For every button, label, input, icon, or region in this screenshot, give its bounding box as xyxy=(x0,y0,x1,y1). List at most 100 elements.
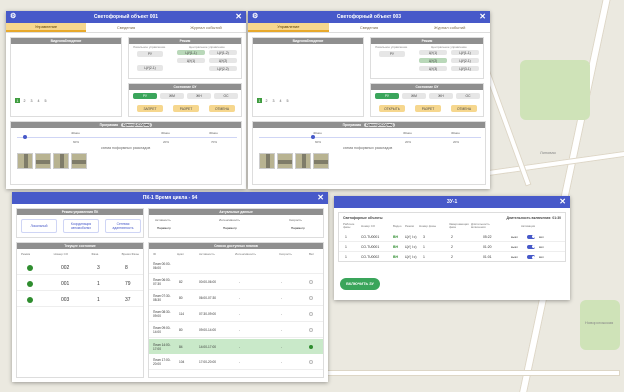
action-button[interactable]: ОТМЕНА xyxy=(209,105,235,112)
phase-thumbnail[interactable] xyxy=(17,153,33,169)
plan-radio[interactable] xyxy=(309,360,313,364)
phase: 1 xyxy=(97,296,100,303)
state-row[interactable]: 001 1 79 xyxy=(17,277,143,291)
program-slider[interactable] xyxy=(259,137,481,138)
close-icon[interactable]: ✕ xyxy=(235,12,242,22)
action-button[interactable]: ЗАПРЕТ xyxy=(137,105,163,112)
mode-button[interactable]: ЦУ(3-1) xyxy=(451,66,479,71)
state-button[interactable]: ЖМ xyxy=(160,93,184,99)
mode-button[interactable]: РУ xyxy=(379,51,405,57)
phase-thumbnail[interactable] xyxy=(53,153,69,169)
left-header: Светофорные объекты xyxy=(343,215,383,220)
window-title-bar[interactable]: ⚙ Светофорный объект 003 ✕ xyxy=(248,11,490,23)
activation-toggle[interactable] xyxy=(527,234,535,239)
program-slider[interactable] xyxy=(17,137,237,138)
col-header: Вкл xyxy=(309,252,315,256)
mode-button[interactable]: ЦУ(2-1) xyxy=(137,65,163,71)
mode-button[interactable]: РУ xyxy=(137,51,163,57)
mode-button[interactable]: ЦУ(2) xyxy=(419,58,447,63)
page-4[interactable]: 4 xyxy=(36,98,41,103)
state-row[interactable]: 002 3 8 xyxy=(17,261,143,275)
plan-radio[interactable] xyxy=(309,344,313,349)
action-button[interactable]: ОТКРЫТЬ xyxy=(379,105,405,112)
page-5[interactable]: 5 xyxy=(43,98,48,103)
coordination-mode-button[interactable]: Координация автомобилях xyxy=(63,219,99,233)
plan-row[interactable]: План 00:00-06:00 xyxy=(149,259,323,274)
plan-row[interactable]: План 09:00-14:00 80 09:00-14:00 - - xyxy=(149,323,323,338)
tab-control[interactable]: Управление xyxy=(6,23,86,32)
state-button[interactable]: ЖН xyxy=(429,93,453,99)
video-panel-title: Видеонаблюдение xyxy=(11,38,121,44)
page-1[interactable]: 1 xyxy=(15,98,20,103)
phase-thumbnail[interactable] xyxy=(313,153,329,169)
zu-row[interactable]: 1 СО-TU0001 ВН ЦУ( I с) 1 2 01:20 выкл в… xyxy=(339,242,565,252)
plan-row[interactable]: План 06:00-07:30 82 00:00-06:00 - - xyxy=(149,275,323,290)
state-row[interactable]: 003 1 37 xyxy=(17,293,143,307)
zu-row[interactable]: 1 СО-TU0001 ВН ЦУ( I с) 3 2 05:22 выкл в… xyxy=(339,232,565,242)
plan-radio[interactable] xyxy=(309,328,313,332)
mode-button[interactable]: ЦУ(3) xyxy=(419,66,447,71)
plan-radio[interactable] xyxy=(309,280,313,284)
mode-button[interactable]: ЦУ(2-2) xyxy=(209,66,237,71)
tab-event-log[interactable]: Журнал событий xyxy=(409,23,490,32)
plan-radio[interactable] xyxy=(309,296,313,300)
state-button[interactable]: ОС xyxy=(214,93,238,99)
page-3[interactable]: 3 xyxy=(29,98,34,103)
window-title-bar[interactable]: ПК-1 Время цикла - 94 ✕ xyxy=(12,192,328,204)
page-2[interactable]: 2 xyxy=(22,98,27,103)
state-button[interactable]: ЖН xyxy=(187,93,211,99)
action-button[interactable]: РАЗРЕТ xyxy=(173,105,199,112)
state-button[interactable]: РУ xyxy=(375,93,399,99)
mode-button[interactable]: ЦУ(2-1) xyxy=(451,58,479,63)
state-button[interactable]: ОС xyxy=(456,93,480,99)
zu-row[interactable]: 1 СО-TU0002 ВН ЦУ( I с) 1 2 01:01 выкл в… xyxy=(339,252,565,262)
plan-row[interactable]: План 07:30-08:30 80 06:00-07:30 - - xyxy=(149,291,323,306)
adaptive-mode-button[interactable]: Сетевая адаптивность xyxy=(105,219,141,233)
plan-row-active[interactable]: План 14:00-17:00 84 14:00-17:00 - - xyxy=(149,339,323,354)
tick-label: 30мин xyxy=(403,131,412,135)
mode-button[interactable]: ЦУ(1) xyxy=(177,58,205,63)
page-5[interactable]: 5 xyxy=(285,98,290,103)
gear-icon[interactable]: ⚙ xyxy=(252,13,260,21)
program-slider-knob[interactable] xyxy=(23,135,27,139)
page-1[interactable]: 1 xyxy=(257,98,262,103)
mode-button[interactable]: ЦУ(1-2) xyxy=(209,50,237,55)
state-button[interactable]: РУ xyxy=(133,93,157,99)
phase-thumbnail[interactable] xyxy=(277,153,293,169)
phase-thumbnail[interactable] xyxy=(35,153,51,169)
mode-button[interactable]: ЦУ(2) xyxy=(209,58,237,63)
window-title-bar[interactable]: ⚙ Светофорный объект 001 ✕ xyxy=(6,11,246,23)
activation-toggle[interactable] xyxy=(527,244,535,249)
plan-row[interactable]: План 17:00-20:00 104 17:00-20:00 - - xyxy=(149,355,323,370)
action-button[interactable]: РАЗРЕТ xyxy=(415,105,441,112)
page-4[interactable]: 4 xyxy=(278,98,283,103)
tab-control[interactable]: Управление xyxy=(248,23,329,32)
mode-button[interactable]: ЦУ(1) xyxy=(419,50,447,55)
enable-zu-button[interactable]: ВКЛЮЧИТЬ ЗУ xyxy=(340,278,380,290)
close-icon[interactable]: ✕ xyxy=(317,193,324,203)
tab-info[interactable]: Сведения xyxy=(86,23,166,32)
tab-event-log[interactable]: Журнал событий xyxy=(166,23,246,32)
close-icon[interactable]: ✕ xyxy=(479,12,486,22)
tab-info[interactable]: Сведения xyxy=(328,23,410,32)
gear-icon[interactable]: ⚙ xyxy=(10,13,18,21)
phase-thumbnail[interactable] xyxy=(295,153,311,169)
phase-thumbnail[interactable] xyxy=(71,153,87,169)
activation-toggle[interactable] xyxy=(527,255,535,259)
local-mode-button[interactable]: Локальный xyxy=(21,219,57,233)
phase-thumbnail[interactable] xyxy=(259,153,275,169)
window-title-bar[interactable]: ЗУ-1 ✕ xyxy=(334,196,570,208)
plan-row[interactable]: План 08:30-09:00 114 07:30-09:00 - - xyxy=(149,307,323,322)
page-3[interactable]: 3 xyxy=(271,98,276,103)
mode-button[interactable]: ЦУ(1-1) xyxy=(177,50,205,55)
col-header: Фаза xyxy=(91,252,99,256)
mode-button[interactable]: ЦУ(1-1) xyxy=(451,50,479,55)
page-2[interactable]: 2 xyxy=(264,98,269,103)
col-header: Номер СО xyxy=(53,252,69,256)
program-slider-knob[interactable] xyxy=(311,135,315,139)
state-button[interactable]: ЖМ xyxy=(402,93,426,99)
action-button[interactable]: ОТМЕНА xyxy=(451,105,477,112)
work-phase: 1 xyxy=(345,234,347,239)
plan-radio[interactable] xyxy=(309,312,313,316)
close-icon[interactable]: ✕ xyxy=(559,197,566,207)
